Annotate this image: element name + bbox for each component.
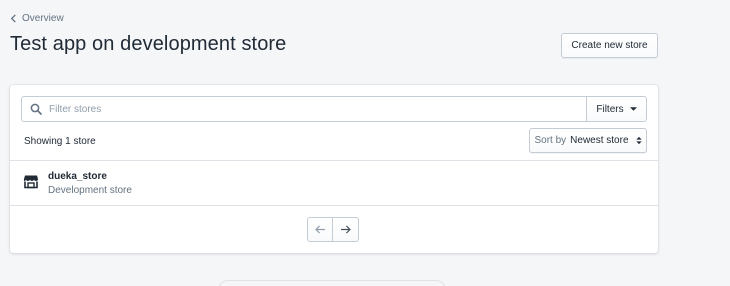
breadcrumb-overview[interactable]: Overview	[10, 13, 64, 24]
sort-select[interactable]: Sort by Newest store	[529, 128, 647, 153]
stores-card: Filters Showing 1 store Sort by Newest s…	[10, 85, 658, 253]
filters-label: Filters	[596, 103, 624, 115]
filter-stores-input[interactable]	[49, 97, 586, 121]
divider	[10, 205, 658, 206]
previous-page-button[interactable]	[307, 217, 333, 242]
results-count: Showing 1 store	[24, 136, 96, 147]
sort-prefix: Sort by	[534, 135, 567, 146]
store-icon	[23, 173, 39, 189]
arrow-left-icon	[314, 225, 325, 234]
chevron-left-icon	[10, 14, 16, 23]
filters-button[interactable]: Filters	[586, 97, 646, 121]
footer-help-pill	[218, 280, 446, 286]
search-icon	[22, 97, 49, 121]
breadcrumb-label: Overview	[22, 13, 64, 24]
sort-value: Newest store	[570, 135, 629, 146]
next-page-button[interactable]	[333, 217, 359, 242]
caret-down-icon	[629, 107, 637, 111]
page-title: Test app on development store	[10, 33, 287, 55]
store-name: dueka_store	[48, 171, 107, 182]
create-new-store-button[interactable]: Create new store	[561, 33, 658, 58]
store-type: Development store	[48, 185, 132, 196]
filter-bar: Filter s	[21, 96, 647, 122]
list-item[interactable]: dueka_store Development store	[10, 161, 658, 205]
arrow-right-icon	[341, 225, 351, 234]
sort-caret-icon	[635, 136, 642, 145]
pagination	[307, 217, 359, 242]
